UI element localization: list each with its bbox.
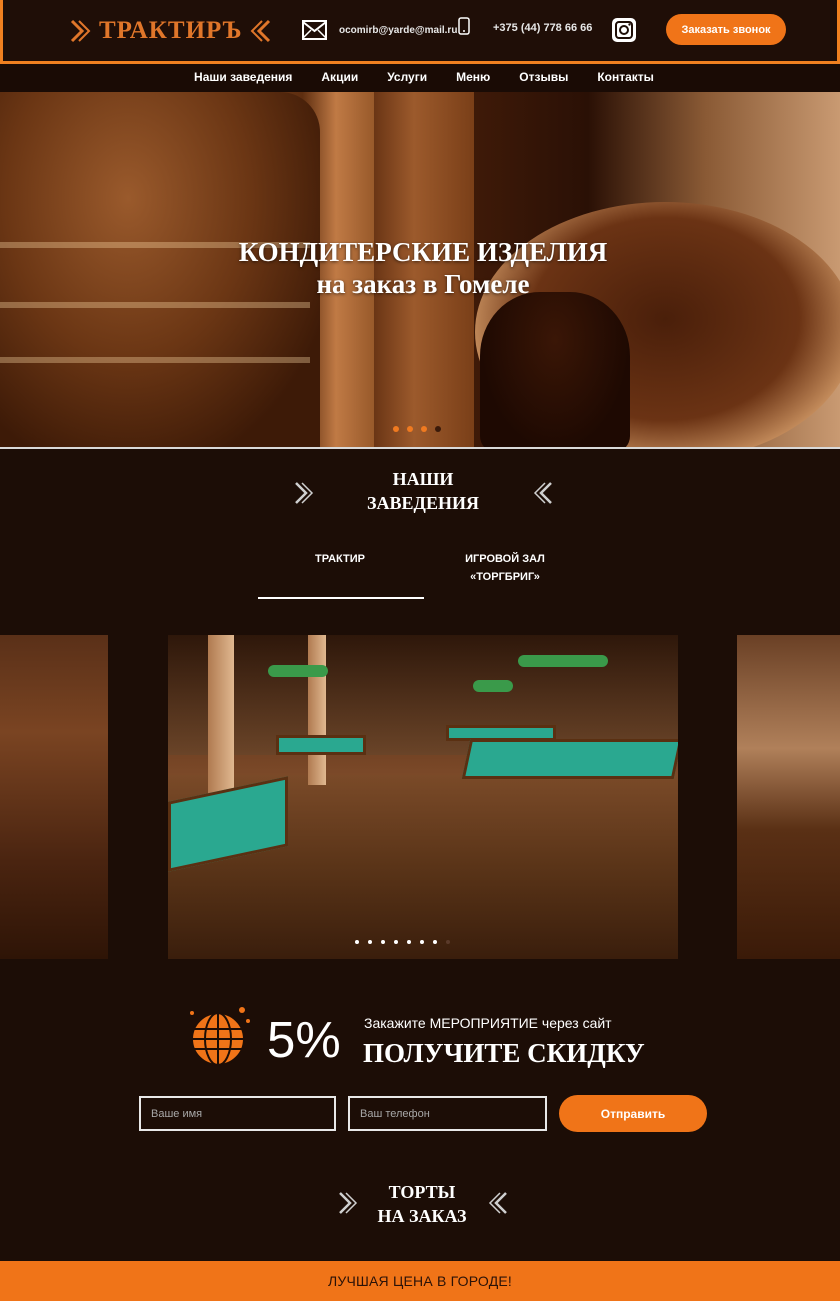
hero-dot-1[interactable] — [393, 426, 399, 432]
nav-item-contacts[interactable]: Контакты — [597, 64, 654, 92]
hero-divider — [0, 447, 840, 449]
best-price-text: ЛУЧШАЯ ЦЕНА В ГОРОДЕ! — [327, 1273, 513, 1289]
hero-dot-2[interactable] — [407, 426, 413, 432]
gallery-dot-6[interactable] — [420, 940, 424, 944]
tab-traktir[interactable]: ТРАКТИР — [290, 550, 390, 568]
gallery-pagination — [355, 940, 450, 944]
main-nav: Наши заведения Акции Услуги Меню Отзывы … — [0, 64, 840, 92]
logo-right-ornament-icon — [251, 19, 271, 43]
hero-title-line1: КОНДИТЕРСКИЕ ИЗДЕЛИЯ — [238, 237, 608, 267]
gallery-dot-7[interactable] — [433, 940, 437, 944]
hero-title-line2: на заказ в Гомеле — [316, 269, 530, 299]
phone-link[interactable]: +375 (44) 778 66 66 — [493, 18, 593, 38]
logo-left-ornament-icon — [70, 19, 91, 43]
nav-item-venues[interactable]: Наши заведения — [194, 64, 292, 92]
nav-item-promotions[interactable]: Акции — [321, 64, 358, 92]
promo-subtitle: Закажите МЕРОПРИЯТИЕ через сайт — [364, 1015, 612, 1031]
gallery-wall — [168, 635, 678, 755]
instagram-icon[interactable] — [611, 17, 637, 43]
venues-title-line2: ЗАВЕДЕНИЯ — [367, 493, 479, 513]
disco-ball-icon — [190, 1007, 250, 1066]
gallery-billiard-table — [461, 739, 678, 779]
nav-item-services[interactable]: Услуги — [387, 64, 427, 92]
gallery-next-slide[interactable] — [737, 635, 840, 959]
gallery-dot-5[interactable] — [407, 940, 411, 944]
email-link[interactable]: ocomirb@yarde@mail.ru — [339, 25, 457, 36]
discount-percent: 5% — [267, 1011, 341, 1068]
phone-icon[interactable] — [458, 17, 470, 35]
phone-input[interactable] — [348, 1096, 547, 1131]
top-bar: ТРАКТИРЪ ocomirb@yarde@mail.ru +375 (44)… — [0, 0, 840, 64]
best-price-banner: ЛУЧШАЯ ЦЕНА В ГОРОДЕ! — [0, 1261, 840, 1301]
callback-button[interactable]: Заказать звонок — [666, 14, 786, 45]
nav-item-reviews[interactable]: Отзывы — [519, 64, 568, 92]
gallery-dot-2[interactable] — [368, 940, 372, 944]
cakes-title-line1: ТОРТЫ — [388, 1182, 456, 1202]
hero-dot-3[interactable] — [421, 426, 427, 432]
submit-button[interactable]: Отправить — [559, 1095, 707, 1132]
gallery-current-slide[interactable] — [168, 635, 678, 959]
gallery-billiard-table — [276, 735, 366, 755]
gallery-lamp — [518, 655, 608, 667]
gallery-dot-4[interactable] — [394, 940, 398, 944]
hero-title: КОНДИТЕРСКИЕ ИЗДЕЛИЯ на заказ в Гомеле — [0, 236, 840, 301]
tab-game-hall-label-line1: ИГРОВОЙ ЗАЛ — [465, 553, 545, 565]
logo-text: ТРАКТИРЪ — [99, 17, 243, 44]
gallery-dot-3[interactable] — [381, 940, 385, 944]
hero-pagination — [393, 426, 441, 432]
logo[interactable]: ТРАКТИРЪ — [69, 14, 272, 48]
tab-game-hall[interactable]: ИГРОВОЙ ЗАЛ «ТОРГБРИГ» — [440, 550, 570, 586]
promo-headline: ПОЛУЧИТЕ СКИДКУ — [363, 1038, 645, 1068]
section-right-ornament-icon — [533, 482, 552, 504]
gallery-pillar — [208, 635, 234, 795]
gallery-lamp — [473, 680, 513, 692]
gallery-pillar — [308, 635, 326, 785]
active-tab-underline — [258, 597, 424, 599]
tab-traktir-label: ТРАКТИР — [315, 553, 365, 565]
gallery-dot-1[interactable] — [355, 940, 359, 944]
cakes-section-title: ТОРТЫ НА ЗАКАЗ — [363, 1180, 481, 1228]
section-left-ornament-icon — [295, 482, 314, 504]
hero-dot-4[interactable] — [435, 426, 441, 432]
name-input[interactable] — [139, 1096, 336, 1131]
gallery-dot-8[interactable] — [446, 940, 450, 944]
cakes-title-line2: НА ЗАКАЗ — [377, 1206, 467, 1226]
cakes-right-ornament-icon — [488, 1192, 507, 1214]
mail-icon[interactable] — [302, 20, 327, 40]
gallery-prev-slide[interactable] — [0, 635, 108, 959]
nav-item-menu[interactable]: Меню — [456, 64, 490, 92]
tab-game-hall-label-line2: «ТОРГБРИГ» — [470, 571, 540, 583]
venues-title-line1: НАШИ — [392, 469, 454, 489]
gallery-lamp — [268, 665, 328, 677]
cakes-left-ornament-icon — [339, 1192, 358, 1214]
hero-cup-image — [480, 292, 630, 447]
venues-section-title: НАШИ ЗАВЕДЕНИЯ — [343, 467, 503, 515]
